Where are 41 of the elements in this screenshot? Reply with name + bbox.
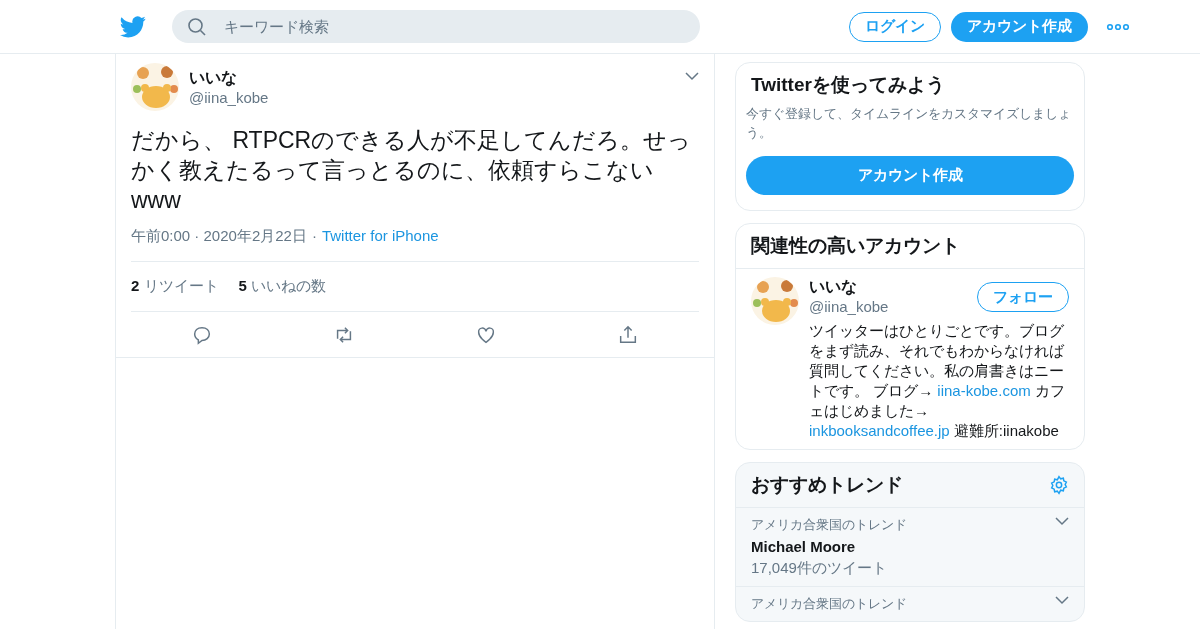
bio-link[interactable]: iina-kobe.com: [937, 382, 1031, 399]
user-handle[interactable]: @iina_kobe: [189, 89, 269, 106]
bird-logo[interactable]: [120, 15, 146, 38]
chevron-down-icon[interactable]: [685, 71, 699, 81]
chevron-down-icon[interactable]: [1055, 516, 1069, 526]
trend-context: アメリカ合衆国のトレンド: [751, 595, 908, 613]
more-icon[interactable]: [1106, 22, 1130, 31]
card-text: 今すぐ登録して、タイムラインをカスタマイズしましょう。: [745, 105, 1072, 142]
trend-item[interactable]: アメリカ合衆国のトレンド: [736, 586, 1084, 621]
share-icon[interactable]: [617, 324, 639, 346]
user-handle[interactable]: @iina_kobe: [809, 298, 889, 315]
signup-button[interactable]: アカウント作成: [951, 11, 1088, 42]
reply-icon[interactable]: [191, 324, 213, 346]
tweet-text: だから、 RTPCRのできる人が不足してんだろ。せっかく教えたるって言っとるのに、依頼すらこない www: [131, 126, 693, 215]
trend-context: アメリカ合衆国のトレンド: [751, 516, 908, 534]
signup-button[interactable]: アカウント作成: [746, 156, 1074, 195]
search-icon: [188, 17, 206, 36]
user-bio: ツイッターはひとりごとです。ブログをまず読み、それでもわからなければ質問してください。私の肩書きはニートです。 ブログ→ iina-kobe.com カフェはじめました→ inkbooksandcoffee.jp 避難所:iinakobe: [809, 321, 1066, 441]
separator: ·: [311, 227, 317, 246]
card-title: 関連性の高いアカウント: [750, 234, 961, 258]
tweet-stat[interactable]: 2 リツイート: [131, 277, 219, 296]
trend-count: 17,049件のツイート: [751, 559, 888, 578]
chevron-down-icon[interactable]: [1055, 595, 1069, 605]
card-title: おすすめトレンド: [750, 473, 904, 497]
trend-item[interactable]: アメリカ合衆国のトレンド Michael Moore 17,049件のツイート: [736, 507, 1084, 586]
login-button[interactable]: ログイン: [849, 11, 941, 42]
user-name[interactable]: いいな: [809, 277, 889, 298]
avatar: [751, 277, 799, 325]
tweet-time: 午前0:00 · 2020年2月22日: [131, 227, 307, 246]
tweet-stat[interactable]: 5 いいねの数: [238, 277, 327, 296]
trend-name: Michael Moore: [751, 538, 857, 555]
heart-icon[interactable]: [475, 324, 497, 346]
source-link[interactable]: Twitter for iPhone: [321, 227, 439, 246]
search-bar[interactable]: キーワード検索: [172, 10, 700, 43]
card-title: Twitterを使ってみよう: [750, 73, 946, 97]
follow-button[interactable]: フォロー: [977, 282, 1069, 312]
bio-link[interactable]: inkbooksandcoffee.jp: [809, 422, 950, 439]
user-name[interactable]: いいな: [189, 68, 269, 89]
avatar: [131, 63, 179, 111]
search-field[interactable]: キーワード検索: [222, 17, 684, 36]
settings-icon[interactable]: [1049, 475, 1069, 495]
